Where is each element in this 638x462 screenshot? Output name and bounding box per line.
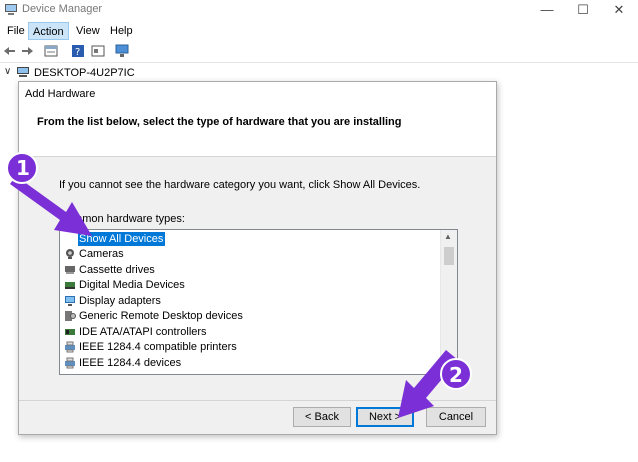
toolbar: ? [0,40,638,63]
list-item-label: Display adapters [79,295,161,307]
maximize-button[interactable]: ☐ [566,1,600,19]
dialog-body: If you cannot see the hardware category … [19,157,496,402]
list-item[interactable]: Generic Remote Desktop devices [62,309,442,324]
list-item-label: IEEE 1284.4 compatible printers [79,341,237,353]
list-item-label: IDE ATA/ATAPI controllers [79,326,207,338]
computer-icon [17,67,29,77]
dialog-title-bar: Add Hardware [19,82,496,104]
list-item[interactable]: Cameras [62,247,442,262]
window-title: Device Manager [22,3,103,15]
dialog-footer: < Back Next > Cancel [19,400,496,435]
list-item[interactable]: IDE ATA/ATAPI controllers [62,325,442,340]
properties-icon[interactable] [44,44,58,58]
back-button[interactable]: < Back [293,407,351,427]
list-item-label: IEEE 1284.4 devices [79,357,182,369]
list-item[interactable]: Cassette drives [62,263,442,278]
list-item[interactable]: IEEE 1284.4 devices [62,356,442,371]
hint-text: If you cannot see the hardware category … [59,179,421,191]
list-item-label: Cameras [79,248,124,260]
forward-arrow-icon[interactable] [20,44,34,58]
menu-view[interactable]: View [72,22,104,40]
dialog-instruction: From the list below, select the type of … [37,116,402,128]
remote-desktop-icon [65,311,76,321]
list-item-label: Show All Devices [78,232,166,246]
printer-icon [65,357,75,369]
dialog-title: Add Hardware [25,88,96,100]
list-item-label: Digital Media Devices [79,279,185,291]
svg-text:?: ? [75,47,80,58]
menu-action[interactable]: Action [28,22,69,40]
cassette-icon [65,266,75,274]
add-hardware-dialog: Add Hardware From the list below, select… [18,81,497,435]
close-button[interactable]: ✕ [602,1,636,19]
minimize-button[interactable]: — [530,1,564,19]
scan-hardware-icon[interactable] [115,44,129,58]
display-adapter-icon [65,296,75,306]
back-arrow-icon[interactable] [3,44,17,58]
hardware-type-list[interactable]: Show All Devices Cameras Cassette drives [59,229,458,375]
camera-icon [66,249,74,259]
scrollbar-thumb[interactable] [444,247,454,265]
view-details-icon[interactable] [91,44,105,58]
list-title: Common hardware types: [59,213,185,225]
list-item-label: Generic Remote Desktop devices [79,310,243,322]
ide-controller-icon [65,329,75,335]
scroll-up-icon[interactable]: ▲ [444,232,452,241]
tree-root-label[interactable]: DESKTOP-4U2P7IC [34,67,135,79]
device-tree: ∨ DESKTOP-4U2P7IC [0,64,638,82]
chevron-down-icon[interactable]: ∨ [4,66,11,77]
media-device-icon [65,282,75,289]
cancel-button[interactable]: Cancel [426,407,486,427]
help-icon[interactable]: ? [71,44,85,58]
list-item[interactable]: Display adapters [62,294,442,309]
menu-file[interactable]: File [3,22,29,40]
menu-help[interactable]: Help [106,22,137,40]
list-item[interactable]: Show All Devices [62,232,442,247]
list-scrollbar[interactable]: ▲ [440,230,457,374]
printer-icon [65,341,75,353]
title-bar: Device Manager — ☐ ✕ [0,0,638,20]
next-button[interactable]: Next > [356,407,414,427]
list-item-label: Cassette drives [79,264,155,276]
dialog-header: From the list below, select the type of … [19,104,496,157]
menu-bar: File Action View Help [0,22,638,40]
list-item[interactable]: IEEE 1284.4 compatible printers [62,340,442,355]
list-item[interactable]: Digital Media Devices [62,278,442,293]
device-manager-icon [5,4,17,15]
